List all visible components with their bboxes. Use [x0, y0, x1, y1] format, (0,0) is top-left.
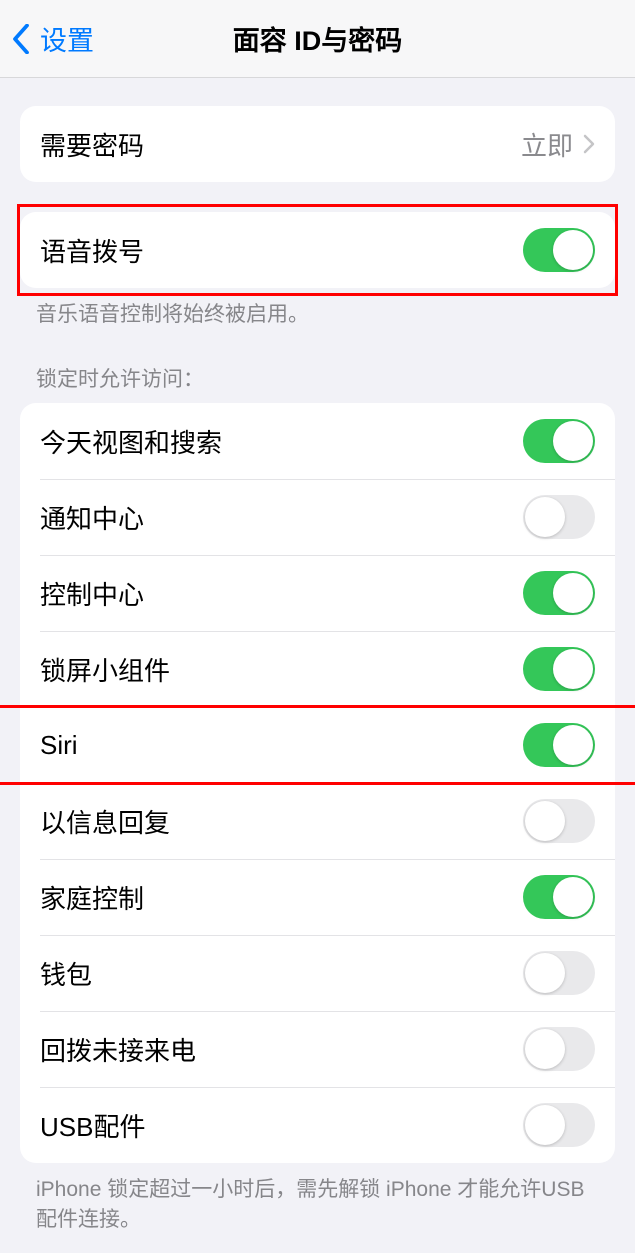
lock-item-toggle[interactable]	[523, 1027, 595, 1071]
row-lock-item: 回拨未接来电	[20, 1011, 615, 1087]
lock-item-label: 今天视图和搜索	[40, 423, 523, 460]
require-passcode-label: 需要密码	[40, 126, 521, 163]
lock-access-header: 锁定时允许访问：	[36, 363, 599, 393]
lock-item-label: USB配件	[40, 1107, 523, 1144]
row-lock-item: USB配件	[20, 1087, 615, 1163]
lock-item-toggle[interactable]	[523, 875, 595, 919]
lock-access-footer: iPhone 锁定超过一小时后，需先解锁 iPhone 才能允许USB 配件连接…	[36, 1175, 599, 1234]
lock-item-toggle[interactable]	[523, 1103, 595, 1147]
back-chevron-icon	[12, 24, 30, 54]
require-passcode-value: 立即	[521, 126, 573, 163]
page-title: 面容 ID与密码	[0, 19, 635, 58]
lock-item-toggle[interactable]	[523, 571, 595, 615]
back-label: 设置	[40, 19, 94, 58]
lock-item-label: Siri	[40, 730, 523, 761]
lock-item-toggle[interactable]	[523, 951, 595, 995]
group-lock-access: 今天视图和搜索通知中心控制中心锁屏小组件 Siri 以信息回复家庭控制钱包回拨未接来…	[20, 403, 615, 1163]
row-lock-item: Siri	[20, 707, 615, 783]
content: 需要密码 立即 语音拨号 音乐语音控制将始终被启用。 锁定时允许访问： 今天视图…	[0, 106, 635, 1234]
lock-item-toggle[interactable]	[523, 419, 595, 463]
lock-item-label: 锁屏小组件	[40, 651, 523, 688]
row-lock-item: 锁屏小组件	[20, 631, 615, 707]
lock-item-label: 通知中心	[40, 499, 523, 536]
row-lock-item: 通知中心	[20, 479, 615, 555]
row-require-passcode[interactable]: 需要密码 立即	[20, 106, 615, 182]
lock-item-label: 以信息回复	[40, 803, 523, 840]
row-lock-item: 控制中心	[20, 555, 615, 631]
lock-item-label: 家庭控制	[40, 879, 523, 916]
lock-item-label: 钱包	[40, 955, 523, 992]
lock-item-toggle[interactable]	[523, 495, 595, 539]
row-lock-item: 今天视图和搜索	[20, 403, 615, 479]
lock-item-label: 控制中心	[40, 575, 523, 612]
row-lock-item: 以信息回复	[20, 783, 615, 859]
lock-item-label: 回拨未接来电	[40, 1031, 523, 1068]
voice-dial-toggle[interactable]	[523, 228, 595, 272]
voice-dial-label: 语音拨号	[40, 232, 523, 269]
disclosure-chevron-icon	[583, 134, 595, 154]
lock-item-toggle[interactable]	[523, 647, 595, 691]
group-passcode: 需要密码 立即	[20, 106, 615, 182]
row-voice-dial: 语音拨号	[20, 212, 615, 288]
group-voice-dial: 语音拨号	[20, 212, 615, 288]
back-button[interactable]: 设置	[0, 19, 94, 58]
lock-item-toggle[interactable]	[523, 723, 595, 767]
lock-item-toggle[interactable]	[523, 799, 595, 843]
navbar: 设置 面容 ID与密码	[0, 0, 635, 78]
voice-dial-footer: 音乐语音控制将始终被启用。	[36, 300, 599, 329]
row-lock-item: 钱包	[20, 935, 615, 1011]
row-lock-item: 家庭控制	[20, 859, 615, 935]
